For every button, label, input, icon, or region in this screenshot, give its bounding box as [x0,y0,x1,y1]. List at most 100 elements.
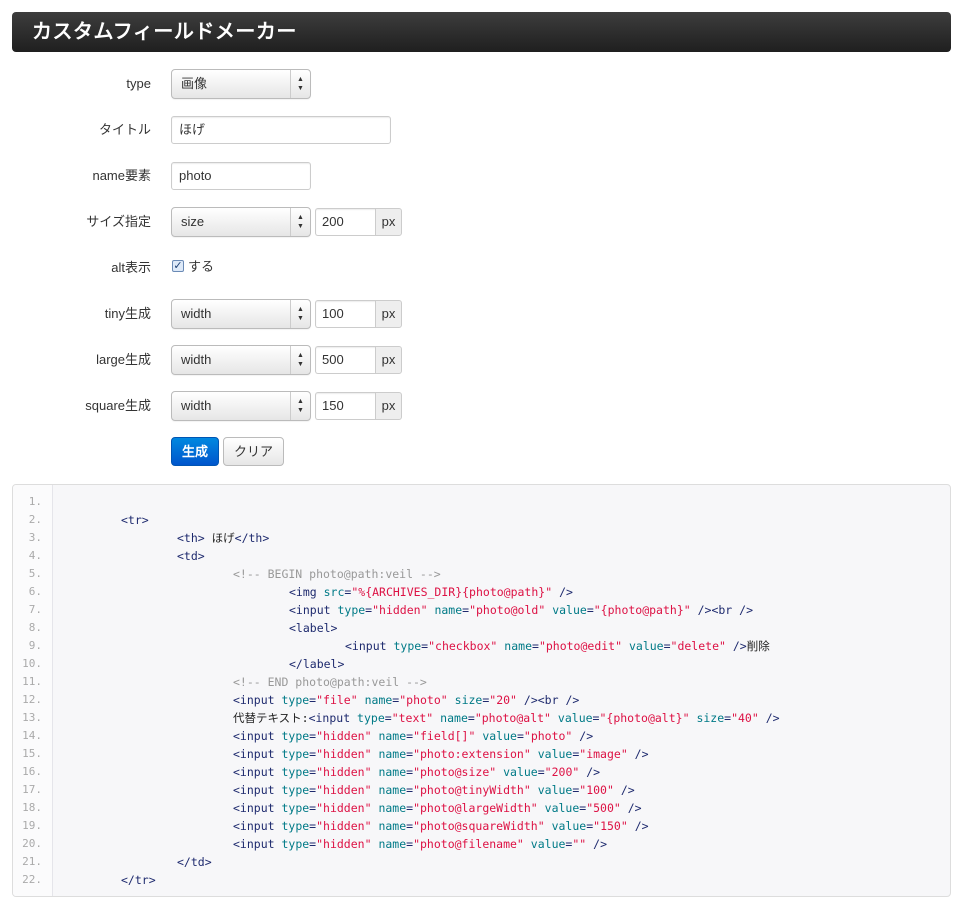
code-token: ほげ [204,531,235,545]
code-token: /> [579,765,601,779]
code-token: /> [627,819,649,833]
code-token: </label> [289,657,345,671]
line-number: 8. [28,621,42,634]
code-token: "photo@size" [413,765,497,779]
alt-checkbox[interactable]: ✓ [172,260,184,272]
name-input[interactable]: photo [171,162,311,190]
large-unit: px [375,346,402,374]
select-arrows-icon: ▲ ▼ [290,346,310,374]
code-token: value [557,711,593,725]
code-token: size [696,711,725,725]
code-token: <tr> [121,513,149,527]
code-token: = [516,729,524,743]
line-number: 14. [22,729,42,742]
code-token: /> [613,783,635,797]
code-token: /> [627,747,649,761]
generate-button[interactable]: 生成 [171,437,219,466]
size-mode-select[interactable]: size ▲ ▼ [171,207,311,237]
code-line: </td> [177,853,212,871]
code-token: <input [233,729,282,743]
code-token: "image" [579,747,628,761]
line-number: 1. [28,495,42,508]
large-value-input[interactable]: 500 [315,346,376,374]
line-number: 3. [28,531,42,544]
code-token: <input [233,819,282,833]
code-token: value [482,729,517,743]
code-token: value [544,801,580,815]
code-line: <input type="hidden" name="photo:extensi… [233,745,649,763]
code-token: </th> [234,531,270,545]
code-token: name [440,711,468,725]
code-token: value [530,837,566,851]
code-token: type [281,837,310,851]
form-row-tiny: tiny生成 width ▲ ▼ 100 px [0,299,966,329]
code-token: "500" [586,801,621,815]
code-token: value [503,765,538,779]
code-line: <tr> [121,511,149,529]
clear-button[interactable]: クリア [223,437,284,466]
code-token: <label> [289,621,338,635]
code-token: /> [572,729,594,743]
code-token: </td> [177,855,212,869]
title-input[interactable]: ほげ [171,116,391,144]
line-number: 7. [28,603,42,616]
code-token: "delete" [670,639,726,653]
line-number: 5. [28,567,42,580]
code-line: <input type="hidden" name="photo@size" v… [233,763,600,781]
code-token: type [281,729,310,743]
code-token: type [281,819,310,833]
code-line: <input type="checkbox" name="photo@edit"… [345,637,770,655]
code-token: value [537,783,573,797]
code-token: "photo@edit" [538,639,623,653]
code-token: value [628,639,664,653]
select-arrows-icon: ▲ ▼ [290,392,310,420]
code-token: "200" [544,765,580,779]
tiny-mode-select[interactable]: width ▲ ▼ [171,299,311,329]
code-token: <input [289,603,338,617]
square-value-input[interactable]: 150 [315,392,376,420]
app-title: カスタムフィールドメーカー [32,21,297,43]
form-row-type: type 画像 ▲ ▼ [0,69,966,99]
code-line: <!-- BEGIN photo@path:veil --> [233,565,441,583]
type-select[interactable]: 画像 ▲ ▼ [171,69,311,99]
large-mode-select[interactable]: width ▲ ▼ [171,345,311,375]
line-number-gutter: 1. 2. 3. 4. 5. 6. 7. 8. 9. 10. 11. 12. 13. 14. 15. 16. 1… [13,485,53,896]
code-token: /> [586,837,607,851]
line-number: 18. [22,801,42,814]
select-arrows-icon: ▲ ▼ [290,300,310,328]
code-token: value [552,603,587,617]
line-number: 9. [28,639,42,652]
size-mode-value: size [181,214,205,229]
square-label: square生成 [85,398,151,413]
code-token: type [281,693,310,707]
code-token: name [378,837,407,851]
tiny-value-input[interactable]: 100 [315,300,376,328]
code-token: <input [233,783,282,797]
code-line: </label> [289,655,344,673]
code-token: <!-- END photo@path:veil --> [233,675,427,689]
size-unit: px [375,208,402,236]
code-line: <th> ほげ</th> [177,529,269,547]
line-number: 11. [22,675,42,688]
code-token: = [384,711,392,725]
alt-checkbox-label[interactable]: する [188,256,214,275]
line-number: 19. [22,819,42,832]
square-mode-select[interactable]: width ▲ ▼ [171,391,311,421]
line-number: 6. [28,585,42,598]
code-token: "photo" [399,693,448,707]
code-token: name [378,729,407,743]
code-token: <input [233,801,282,815]
code-token: "40" [731,711,759,725]
name-label: name要素 [92,168,151,183]
code-token: /><br /> [690,603,753,617]
square-mode-value: width [181,398,212,413]
form-row-square: square生成 width ▲ ▼ 150 px [0,391,966,421]
form-row-alt: alt表示 ✓ する [0,253,966,283]
size-value-input[interactable]: 200 [315,208,376,236]
code-output[interactable]: 1. 2. 3. 4. 5. 6. 7. 8. 9. 10. 11. 12. 13. 14. 15. 16. 1… [12,484,951,897]
code-token: <input [233,837,282,851]
large-mode-value: width [181,352,212,367]
form-row-size: サイズ指定 size ▲ ▼ 200 px [0,207,966,237]
